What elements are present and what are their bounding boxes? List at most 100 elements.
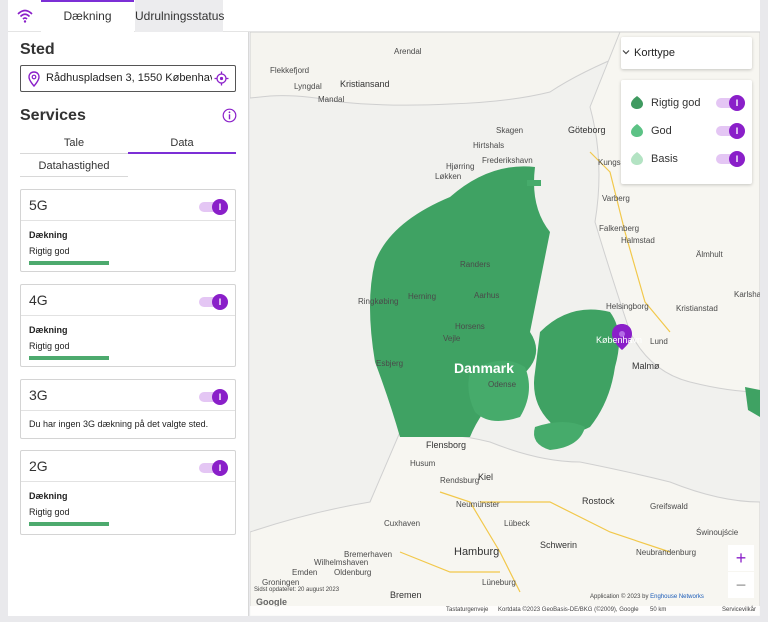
- tab-datahastighed[interactable]: Datahastighed: [20, 155, 128, 177]
- service-title: 4G: [29, 292, 48, 308]
- map-label: Greifswald: [650, 502, 688, 511]
- map-label: Hamburg: [454, 546, 500, 558]
- map-label: Helsingborg: [606, 302, 649, 311]
- map-label: Lübeck: [504, 519, 530, 528]
- coverage-swatch-icon: [631, 152, 643, 165]
- address-field[interactable]: Rådhuspladsen 3, 1550 København, D: [20, 65, 236, 92]
- map-label: Flensborg: [426, 440, 467, 450]
- map-label: Arendal: [394, 47, 422, 56]
- service-card-3g: 3G I Du har ingen 3G dækning på det valg…: [20, 379, 236, 439]
- map-label: Løkken: [435, 172, 462, 181]
- map-label: Randers: [460, 260, 491, 269]
- map-label: Hirtshals: [473, 141, 505, 150]
- tab-tale[interactable]: Tale: [20, 132, 128, 154]
- map-label: Esbjerg: [376, 359, 404, 368]
- map-label: Oldenburg: [334, 568, 372, 577]
- coverage-value: Rigtig god: [29, 246, 70, 256]
- legend-row-rigtig-god: Rigtig god I: [631, 94, 749, 112]
- map-type-label: Korttype: [634, 47, 675, 59]
- map-label: Halmstad: [621, 236, 655, 245]
- map-label: Lyngdal: [294, 82, 322, 91]
- toggle-basis[interactable]: I: [716, 151, 745, 167]
- location-pin-icon: [28, 71, 40, 87]
- map-type-dropdown[interactable]: Korttype: [621, 37, 752, 69]
- map-label: Älmhult: [696, 250, 723, 259]
- map-label: Neubrandenburg: [636, 548, 697, 557]
- map-label: Odense: [488, 380, 517, 389]
- map-footer: Tastaturgenveje Kortdata ©2023 GeoBasis-…: [250, 606, 760, 616]
- map-label: Kiel: [478, 472, 494, 482]
- map-label: Neumünster: [456, 500, 500, 509]
- coverage-bar: [29, 261, 109, 265]
- map-label: Rendsburg: [440, 476, 480, 485]
- coverage-swatch-icon: [631, 96, 643, 109]
- toggle-4g[interactable]: I: [199, 294, 228, 310]
- info-icon[interactable]: [222, 108, 237, 123]
- zoom-in-button[interactable]: +: [728, 545, 754, 571]
- coverage-value: Rigtig god: [29, 341, 70, 351]
- map-label: Karlsha: [734, 290, 760, 299]
- toggle-5g[interactable]: I: [199, 199, 228, 215]
- tab-udrulningsstatus[interactable]: Udrulningsstatus: [135, 0, 224, 32]
- coverage-label: Dækning: [29, 230, 68, 240]
- map-label: København: [596, 335, 643, 345]
- map-label: Ringkøbing: [358, 297, 399, 306]
- toggle-god[interactable]: I: [716, 123, 745, 139]
- coverage-bar: [29, 356, 109, 360]
- map-label: Malmø: [632, 361, 660, 371]
- service-title: 2G: [29, 458, 48, 474]
- legend-label: God: [651, 125, 672, 137]
- map-label: Frederikshavn: [482, 156, 533, 165]
- map-label: Göteborg: [568, 125, 606, 135]
- last-updated-text: Sidst opdateret: 20 august 2023: [254, 587, 340, 593]
- left-panel: Sted Rådhuspladsen 3, 1550 København, D …: [8, 32, 249, 616]
- map-label: Bremen: [390, 590, 422, 600]
- map-label: Herning: [408, 292, 437, 301]
- map-data-credit: Kortdata ©2023 GeoBasis-DE/BKG (©2009), …: [498, 607, 639, 613]
- map-label: Kristiansand: [340, 79, 390, 89]
- map-label: Świnoujście: [696, 528, 739, 537]
- service-card-2g: 2G I Dækning Rigtig god: [20, 450, 236, 535]
- map-label: Hjørring: [446, 162, 475, 171]
- map-label: Kristianstad: [676, 304, 718, 313]
- map-label: Groningen: [262, 578, 300, 587]
- services-heading: Services: [20, 107, 86, 124]
- zoom-out-button[interactable]: −: [728, 572, 754, 598]
- legend-row-god: God I: [631, 122, 749, 140]
- map-label: Cuxhaven: [384, 519, 421, 528]
- coverage-map[interactable]: Arendal Flekkefjord Lyngdal Kristiansand…: [250, 32, 760, 616]
- tab-data[interactable]: Data: [128, 132, 236, 154]
- keyboard-shortcuts-link[interactable]: Tastaturgenveje: [446, 607, 488, 613]
- terms-link[interactable]: Servicevilkår: [722, 607, 756, 613]
- toggle-2g[interactable]: I: [199, 460, 228, 476]
- legend-label: Basis: [651, 153, 678, 165]
- map-label: Rostock: [582, 496, 615, 506]
- tab-daekning[interactable]: Dækning: [41, 0, 134, 32]
- service-title: 5G: [29, 197, 48, 213]
- my-location-icon[interactable]: [214, 71, 229, 86]
- toggle-3g[interactable]: I: [199, 389, 228, 405]
- map-label: Wilhelmshaven: [314, 558, 369, 567]
- enghouse-link[interactable]: Enghouse Networks: [650, 594, 704, 600]
- toggle-rigtig-god[interactable]: I: [716, 95, 745, 111]
- no-coverage-message: Du har ingen 3G dækning på det valgte st…: [29, 419, 209, 429]
- chevron-down-icon: [622, 50, 630, 55]
- top-tab-bar: Dækning Udrulningsstatus: [8, 0, 760, 32]
- application-credit-text: Application © 2023 by: [590, 594, 649, 600]
- map-label: Mandal: [318, 95, 345, 104]
- map-label: Skagen: [496, 126, 524, 135]
- coverage-label: Dækning: [29, 325, 68, 335]
- legend-label: Rigtig god: [651, 97, 701, 109]
- coverage-swatch-icon: [631, 124, 643, 137]
- wifi-icon: [17, 9, 33, 23]
- map-label: Varberg: [602, 194, 630, 203]
- map-label: Schwerin: [540, 540, 578, 550]
- application-credit: Application © 2023 by Enghouse Networks: [590, 594, 704, 600]
- map-label: Falkenberg: [599, 224, 640, 233]
- map-label: Flekkefjord: [270, 66, 310, 75]
- service-title: 3G: [29, 387, 48, 403]
- service-card-4g: 4G I Dækning Rigtig god: [20, 284, 236, 367]
- map-label: Vejle: [443, 334, 461, 343]
- address-value[interactable]: Rådhuspladsen 3, 1550 København, D: [46, 72, 212, 84]
- sted-heading: Sted: [20, 41, 55, 58]
